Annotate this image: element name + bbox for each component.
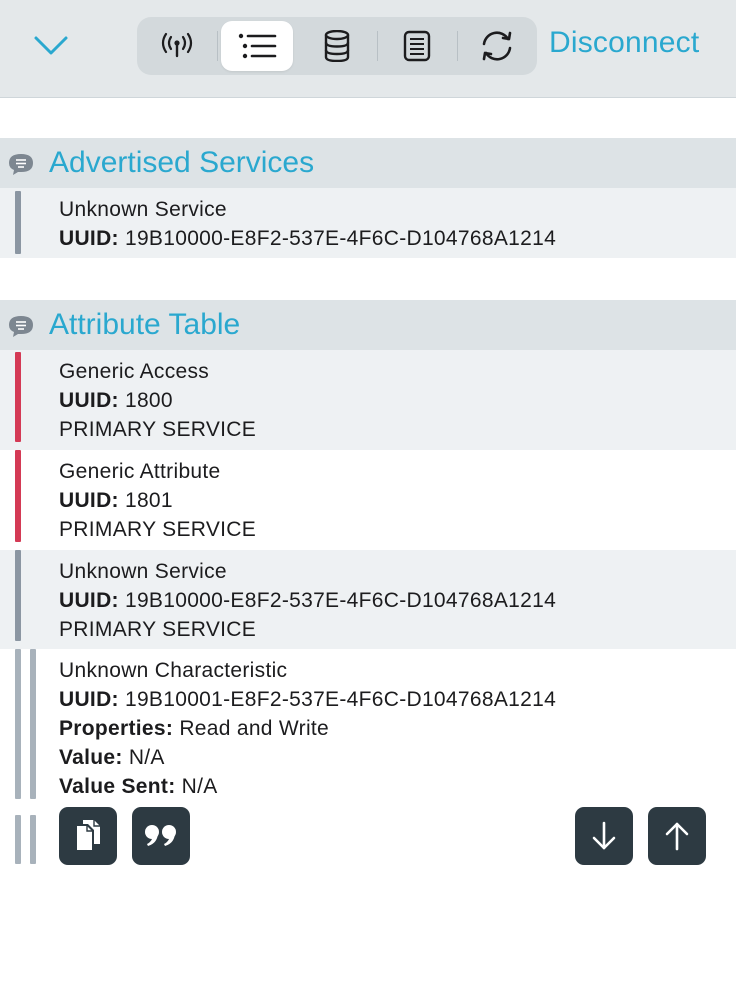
service-indicator-bar (15, 352, 21, 442)
characteristic-indicator-bar (30, 649, 36, 799)
attribute-uuid: UUID: 1801 (59, 489, 173, 512)
attribute-name: Generic Access (59, 360, 210, 383)
service-indicator-bar (15, 450, 21, 542)
service-indicator-bar (15, 649, 21, 799)
copy-button[interactable] (59, 807, 117, 865)
attribute-uuid: UUID: 19B10000-E8F2-537E-4F6C-D104768A12… (59, 589, 557, 612)
service-indicator-bar (15, 550, 21, 641)
log-icon (403, 30, 431, 62)
characteristic-indicator-bar (30, 815, 36, 864)
attribute-kind: PRIMARY SERVICE (59, 418, 257, 441)
section-title: Advertised Services (49, 146, 315, 179)
attribute-kind: PRIMARY SERVICE (59, 518, 257, 541)
section-header-advertised: Advertised Services (0, 138, 736, 188)
antenna-icon (161, 32, 193, 58)
arrow-down-icon (592, 821, 616, 850)
characteristic-value: Value: N/A (59, 746, 165, 769)
service-name: Unknown Service (59, 198, 227, 221)
characteristic-value-sent: Value Sent: N/A (59, 775, 218, 798)
segment-attributes[interactable] (221, 21, 293, 71)
section-title: Attribute Table (49, 308, 241, 341)
attribute-kind: PRIMARY SERVICE (59, 618, 257, 641)
advertised-service-row[interactable]: Unknown Service UUID: 19B10000-E8F2-537E… (0, 188, 736, 258)
quote-icon (145, 825, 176, 846)
attribute-name: Generic Attribute (59, 460, 221, 483)
attribute-row[interactable]: Generic Attribute UUID: 1801 PRIMARY SER… (0, 450, 736, 550)
move-up-button[interactable] (648, 807, 706, 865)
segment-divider (377, 31, 378, 61)
service-indicator-bar (15, 191, 21, 254)
characteristic-name: Unknown Characteristic (59, 659, 288, 682)
attribute-uuid: UUID: 1800 (59, 389, 173, 412)
segment-advertisement[interactable] (141, 21, 213, 71)
top-toolbar: Disconnect (0, 0, 736, 98)
arrow-up-icon (665, 822, 689, 851)
chevron-down-icon[interactable] (33, 30, 69, 60)
database-icon (324, 30, 350, 62)
view-segmented-control (137, 17, 537, 75)
characteristic-uuid: UUID: 19B10001-E8F2-537E-4F6C-D104768A12… (59, 688, 557, 711)
segment-log[interactable] (381, 21, 453, 71)
move-down-button[interactable] (575, 807, 633, 865)
comment-icon (9, 316, 33, 337)
attribute-name: Unknown Service (59, 560, 227, 583)
attribute-row[interactable]: Generic Access UUID: 1800 PRIMARY SERVIC… (0, 350, 736, 450)
service-uuid: UUID: 19B10000-E8F2-537E-4F6C-D104768A12… (59, 227, 557, 250)
refresh-icon (482, 31, 512, 61)
list-icon (238, 33, 277, 59)
section-header-attributes: Attribute Table (0, 300, 736, 350)
attribute-row[interactable]: Unknown Service UUID: 19B10000-E8F2-537E… (0, 550, 736, 649)
segment-divider (217, 31, 218, 61)
segment-divider (457, 31, 458, 61)
service-indicator-bar (15, 815, 21, 864)
comment-icon (9, 154, 33, 175)
segment-refresh[interactable] (461, 21, 533, 71)
segment-database[interactable] (301, 21, 373, 71)
disconnect-button[interactable]: Disconnect (549, 26, 699, 60)
copy-icon (77, 820, 100, 850)
characteristic-properties: Properties: Read and Write (59, 717, 330, 740)
quote-button[interactable] (132, 807, 190, 865)
